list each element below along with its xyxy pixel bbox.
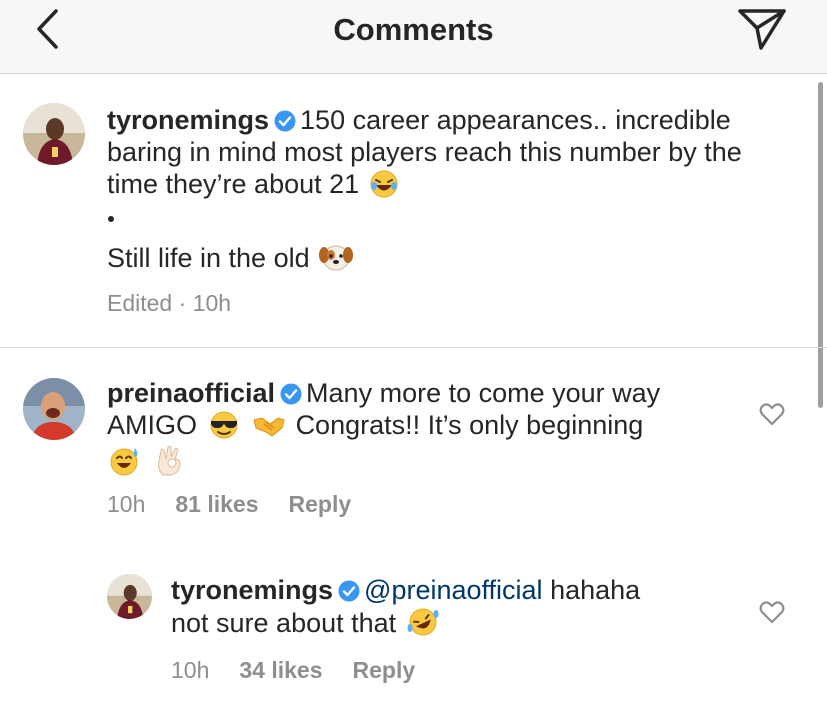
divider [0,347,827,348]
avatar[interactable] [23,103,85,165]
caption-meta: Edited · 10h [107,290,232,316]
comment-text: preinaofficial Many more to come your way… [107,377,747,478]
reply-button[interactable]: Reply [289,491,352,517]
dog-emoji-icon [319,245,354,271]
reply-text: tyronemings @preinaofficial hahaha not su… [171,575,641,638]
rofl-emoji-icon [407,608,439,636]
avatar[interactable] [107,574,152,619]
mention-link[interactable]: @preinaofficial [364,575,543,605]
laughing-emoji-icon [370,170,398,198]
reply-button[interactable]: Reply [353,657,416,683]
like-button[interactable] [759,402,785,426]
caption-username[interactable]: tyronemings [107,105,269,135]
verified-icon [338,580,360,602]
sunglasses-emoji-icon [210,411,238,439]
ok-hand-emoji-icon [157,445,181,476]
header-bar: Comments [0,0,827,74]
send-icon [738,9,786,50]
caption-text: tyronemings 150 career appearances.. incr… [107,105,742,199]
likes-link[interactable]: 81 likes [175,491,258,517]
like-button[interactable] [759,600,785,624]
scrollbar[interactable] [818,82,823,408]
sweat-smile-emoji-icon [110,448,138,476]
comment-username[interactable]: tyronemings [171,575,333,605]
caption-text-last-line: Still life in the old [107,241,355,274]
verified-icon [280,383,302,405]
bullet-dot [108,216,114,222]
likes-link[interactable]: 34 likes [239,657,322,683]
share-button[interactable] [736,6,788,52]
avatar[interactable] [23,378,85,440]
verified-icon [274,110,296,132]
comment-username[interactable]: preinaofficial [107,378,275,408]
comment-time: 10h [107,491,146,517]
comment-meta: 10h 81 likes Reply [107,491,381,518]
heart-icon [759,601,785,624]
handshake-emoji-icon [253,417,285,437]
heart-icon [759,403,785,426]
comment-meta: 10h 34 likes Reply [171,657,445,684]
comment-time: 10h [171,657,210,683]
page-title: Comments [333,12,494,47]
